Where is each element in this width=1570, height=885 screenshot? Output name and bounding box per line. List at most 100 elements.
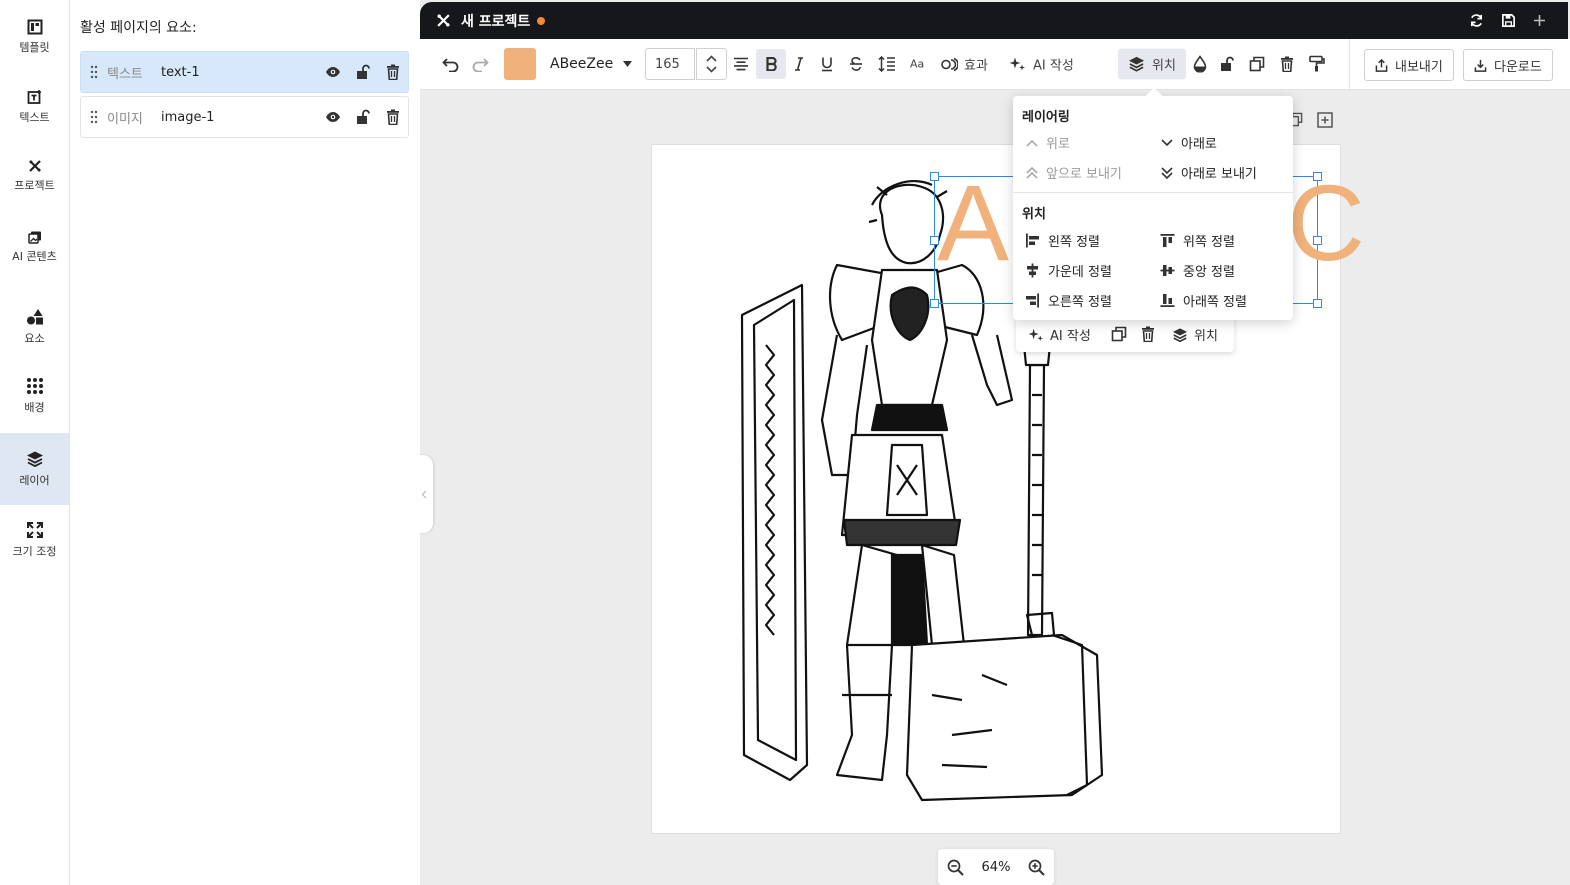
- layers-panel-title: 활성 페이지의 요소:: [80, 20, 197, 36]
- chevron-left-icon: [421, 490, 427, 499]
- sidebar-item-templates[interactable]: 템플릿: [0, 2, 69, 72]
- download-button[interactable]: 다운로드: [1463, 49, 1553, 81]
- export-label: 내보내기: [1395, 59, 1443, 75]
- left-sidebar: 템플릿 텍스트 프로젝트 AI 콘텐츠 요소 배경 레이어 크기 조정: [0, 0, 70, 885]
- resize-handle-right[interactable]: [1313, 236, 1322, 245]
- toolbar-divider: [1349, 39, 1350, 89]
- trash-icon[interactable]: [378, 109, 408, 125]
- move-up-button[interactable]: 위로: [1026, 133, 1070, 152]
- caret-down-icon: [623, 61, 633, 67]
- trash-icon[interactable]: [1141, 326, 1155, 342]
- send-to-back-button[interactable]: 아래로 보내기: [1161, 163, 1257, 182]
- align-middle-icon: [1160, 265, 1175, 276]
- template-icon: [27, 19, 42, 35]
- undo-icon[interactable]: [442, 56, 460, 72]
- refresh-icon[interactable]: [1469, 13, 1484, 28]
- zoom-in-icon[interactable]: [1028, 859, 1045, 876]
- align-top-button[interactable]: 위쪽 정렬: [1160, 231, 1235, 250]
- mini-position-label: 위치: [1194, 329, 1218, 344]
- background-icon: [26, 378, 43, 394]
- resize-handle-top-right[interactable]: [1313, 172, 1322, 181]
- line-height-icon[interactable]: [878, 56, 896, 72]
- font-family-select[interactable]: ABeeZee: [550, 56, 633, 72]
- layer-row-text-1[interactable]: 텍스트 text-1: [80, 51, 409, 93]
- unsaved-indicator: [537, 17, 545, 25]
- align-center-button[interactable]: 가운데 정렬: [1025, 261, 1112, 280]
- trash-icon[interactable]: [1280, 56, 1294, 72]
- align-left-button[interactable]: 왼쪽 정렬: [1025, 231, 1100, 250]
- download-label: 다운로드: [1494, 59, 1542, 75]
- sidebar-item-label: AI 콘텐츠: [12, 250, 57, 263]
- add-icon[interactable]: [1533, 14, 1546, 27]
- resize-handle-top-left[interactable]: [930, 172, 939, 181]
- paint-roller-icon[interactable]: [1309, 55, 1325, 73]
- sidebar-item-text[interactable]: 텍스트: [0, 72, 69, 142]
- align-top-label: 위쪽 정렬: [1183, 235, 1235, 250]
- project-name[interactable]: 새 프로젝트: [461, 11, 530, 31]
- italic-icon[interactable]: [794, 57, 804, 71]
- strikethrough-icon[interactable]: [849, 56, 863, 72]
- text-color-swatch[interactable]: [504, 48, 536, 80]
- redo-icon[interactable]: [471, 56, 489, 72]
- effects-button[interactable]: 효과: [941, 55, 988, 74]
- sidebar-item-elements[interactable]: 요소: [0, 292, 69, 362]
- resize-handle-bottom-left[interactable]: [930, 299, 939, 308]
- sidebar-item-ai-content[interactable]: AI 콘텐츠: [0, 212, 69, 282]
- chevron-down-icon: [1161, 138, 1173, 146]
- ai-write-button[interactable]: AI 작성: [1009, 55, 1074, 74]
- position-button[interactable]: 위치: [1118, 48, 1186, 80]
- sidebar-item-resize[interactable]: 크기 조정: [0, 505, 69, 575]
- sidebar-item-background[interactable]: 배경: [0, 361, 69, 431]
- opacity-icon[interactable]: [1193, 55, 1207, 73]
- position-label: 위치: [1152, 58, 1176, 74]
- sidebar-item-layers[interactable]: 레이어: [0, 433, 69, 505]
- unlock-icon[interactable]: [348, 109, 378, 125]
- duplicate-icon[interactable]: [1111, 326, 1127, 342]
- elements-icon: [26, 309, 43, 325]
- drag-handle-icon[interactable]: [81, 110, 107, 124]
- chevron-up-icon[interactable]: [706, 55, 717, 62]
- text-case-icon[interactable]: Aa: [910, 58, 924, 71]
- layers-icon: [1172, 327, 1188, 342]
- layer-row-image-1[interactable]: 이미지 image-1: [80, 96, 409, 138]
- unlock-icon[interactable]: [348, 64, 378, 80]
- download-icon: [1474, 59, 1487, 72]
- panel-collapse-handle[interactable]: [417, 455, 433, 533]
- resize-handle-bottom-right[interactable]: [1313, 299, 1322, 308]
- sparkle-icon: [1009, 57, 1025, 71]
- eye-icon[interactable]: [318, 111, 348, 123]
- sidebar-item-projects[interactable]: 프로젝트: [0, 141, 69, 211]
- align-right-label: 오른쪽 정렬: [1048, 295, 1112, 310]
- drag-handle-icon[interactable]: [81, 65, 107, 79]
- layer-type-label: 텍스트: [107, 66, 143, 82]
- align-middle-button[interactable]: 중앙 정렬: [1160, 261, 1235, 280]
- sidebar-item-label: 배경: [24, 401, 45, 414]
- ai-write-label: AI 작성: [1033, 58, 1074, 74]
- zoom-out-icon[interactable]: [947, 859, 964, 876]
- align-middle-label: 중앙 정렬: [1183, 265, 1235, 280]
- bring-to-front-button[interactable]: 앞으로 보내기: [1026, 163, 1122, 182]
- effects-icon: [941, 57, 958, 71]
- save-icon[interactable]: [1501, 13, 1516, 28]
- underline-icon[interactable]: [821, 57, 833, 72]
- add-page-icon[interactable]: [1317, 112, 1333, 128]
- trash-icon[interactable]: [378, 64, 408, 80]
- mini-ai-write-button[interactable]: AI 작성: [1028, 325, 1091, 344]
- align-right-button[interactable]: 오른쪽 정렬: [1025, 291, 1112, 310]
- resize-handle-left[interactable]: [930, 236, 939, 245]
- bold-button[interactable]: [756, 49, 786, 79]
- duplicate-icon[interactable]: [1249, 56, 1265, 72]
- layers-icon: [1128, 56, 1145, 72]
- font-size-stepper[interactable]: [696, 48, 727, 80]
- export-button[interactable]: 내보내기: [1364, 49, 1454, 81]
- font-size-input[interactable]: 165: [645, 48, 695, 80]
- align-bottom-button[interactable]: 아래쪽 정렬: [1160, 291, 1247, 310]
- move-down-button[interactable]: 아래로: [1161, 133, 1217, 152]
- align-center-icon[interactable]: [733, 57, 749, 71]
- eye-icon[interactable]: [318, 66, 348, 78]
- mini-position-button[interactable]: 위치: [1172, 325, 1218, 344]
- project-titlebar: 새 프로젝트: [420, 2, 1568, 39]
- unlock-icon[interactable]: [1219, 56, 1235, 72]
- chevron-down-icon[interactable]: [706, 66, 717, 73]
- mini-ai-write-label: AI 작성: [1050, 329, 1091, 344]
